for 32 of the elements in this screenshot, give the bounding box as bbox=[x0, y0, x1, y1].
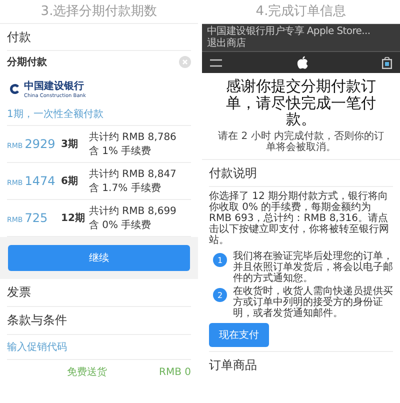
total-amount: 共计约 RMB 8,699 bbox=[89, 204, 178, 218]
caption: 3.选择分期付款期数 bbox=[0, 0, 198, 24]
shipping-label: 免费送货 bbox=[67, 366, 107, 379]
payment-deadline-notice: 请在 2 小时 内完成付款，否则你的订单将会被取消。 bbox=[202, 130, 400, 160]
section-heading: 发票 bbox=[7, 279, 191, 307]
term: 6期 bbox=[61, 174, 79, 188]
payment-description: 你选择了 12 期分期付款方式，银行将向你收取 0% 的手续费，每期金额约为 RMB 693，总计约：RMB 8,316。请点击以下按键立即支付，你将被转至银行网站。 bbox=[209, 190, 390, 248]
apple-icon[interactable] bbox=[296, 56, 308, 69]
fee-note: 含 0% 手续费 bbox=[89, 218, 152, 232]
step-text: 我们将在验证完毕后处理您的订单，并且依照订单发货后，将会以电子邮件的方式通知您。 bbox=[233, 251, 393, 284]
shipping-price: RMB 0 bbox=[159, 366, 191, 378]
confirmation-heading: 感谢你提交分期付款订单，请尽快完成一笔付款。 bbox=[225, 76, 377, 130]
total-amount: 共计约 RMB 8,786 bbox=[89, 130, 178, 144]
section-heading: 订单商品 bbox=[209, 351, 393, 378]
term: 12期 bbox=[61, 212, 86, 225]
bank-name: 中国建设银行 bbox=[24, 80, 85, 93]
fee-note: 含 1% 手续费 bbox=[89, 144, 152, 158]
section-heading: 付款说明 bbox=[209, 160, 393, 186]
step-number: 1 bbox=[213, 253, 227, 268]
term: 3期 bbox=[61, 138, 79, 151]
step-number: 2 bbox=[213, 288, 227, 302]
exit-store-link[interactable]: 退出商店 bbox=[207, 38, 246, 49]
bank-logo-icon bbox=[9, 83, 21, 95]
total-amount: 共计约 RMB 8,847 bbox=[89, 168, 178, 181]
menu-icon[interactable] bbox=[210, 58, 222, 66]
fee-note: 含 1.7% 手续费 bbox=[89, 182, 162, 195]
shopping-bag-icon[interactable] bbox=[382, 56, 392, 68]
section-heading: 条款与条件 bbox=[7, 307, 191, 335]
step-text: 在收货时，收货人需向快递员提供买方或订单中列明的接受方的身份证明，或者发货通知邮件。 bbox=[233, 286, 393, 320]
payment-method-label: 分期付款 bbox=[7, 56, 47, 69]
store-banner-text: 中国建设银行用户专享 Apple Store... bbox=[207, 26, 370, 38]
section-heading: 付款 bbox=[7, 24, 191, 51]
